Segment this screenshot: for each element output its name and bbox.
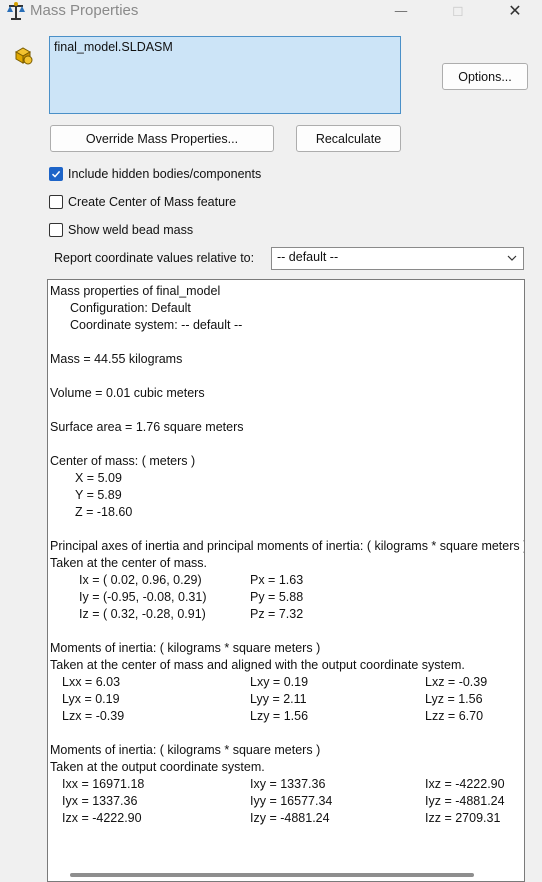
center-of-mass-title: Center of mass: ( meters ) — [50, 454, 196, 468]
selected-components-list[interactable]: final_model.SLDASM — [49, 36, 401, 114]
surface-area-line: Surface area = 1.76 square meters — [50, 420, 244, 434]
moi-com-cell: Lxz = -0.39 — [425, 675, 488, 689]
coordinate-system-line: Coordinate system: -- default -- — [70, 318, 243, 332]
moi-output-cell: Izz = 2709.31 — [425, 811, 501, 825]
minimize-button[interactable]: — — [378, 0, 424, 22]
moi-output-cell: Ixz = -4222.90 — [425, 777, 505, 791]
moi-output-subtitle: Taken at the output coordinate system. — [50, 760, 265, 774]
create-com-label: Create Center of Mass feature — [68, 195, 237, 209]
recalculate-button[interactable]: Recalculate — [296, 125, 401, 152]
checkmark-icon — [51, 170, 61, 178]
show-weld-checkbox[interactable] — [49, 223, 63, 237]
com-z: Z = -18.60 — [75, 505, 133, 519]
moi-com-cell: Lzz = 6.70 — [425, 709, 484, 723]
window-title: Mass Properties — [30, 2, 139, 19]
create-com-checkbox-row[interactable]: Create Center of Mass feature — [49, 195, 236, 209]
override-mass-properties-button[interactable]: Override Mass Properties... — [50, 125, 274, 152]
selected-item[interactable]: final_model.SLDASM — [54, 40, 173, 54]
maximize-icon: ☐ — [452, 4, 464, 19]
moi-output-cell: Izx = -4222.90 — [62, 811, 142, 825]
moi-output-cell: Iyy = 16577.34 — [250, 794, 333, 808]
com-x: X = 5.09 — [75, 471, 122, 485]
coordinate-system-value: -- default -- — [277, 250, 339, 264]
moi-com-title: Moments of inertia: ( kilograms * square… — [50, 641, 321, 655]
com-y: Y = 5.89 — [75, 488, 122, 502]
options-button[interactable]: Options... — [442, 63, 528, 90]
moi-com-cell: Lxx = 6.03 — [62, 675, 121, 689]
mass-properties-icon — [7, 2, 25, 20]
moi-output-cell: Ixx = 16971.18 — [62, 777, 145, 791]
close-icon: ✕ — [508, 3, 522, 20]
include-hidden-checkbox[interactable] — [49, 167, 63, 181]
include-hidden-label: Include hidden bodies/components — [68, 167, 262, 181]
minimize-icon: — — [394, 4, 408, 18]
results-panel[interactable]: Mass properties of final_model Configura… — [47, 279, 525, 882]
create-com-checkbox[interactable] — [49, 195, 63, 209]
principal-moment-pz: Pz = 7.32 — [250, 607, 304, 621]
principal-moment-py: Py = 5.88 — [250, 590, 304, 604]
moi-output-cell: Iyx = 1337.36 — [62, 794, 138, 808]
report-coordinate-label: Report coordinate values relative to: — [54, 251, 255, 265]
assembly-icon — [14, 47, 33, 65]
include-hidden-checkbox-row[interactable]: Include hidden bodies/components — [49, 167, 261, 181]
show-weld-label: Show weld bead mass — [68, 223, 194, 237]
chevron-down-icon — [507, 255, 517, 261]
maximize-button[interactable]: ☐ — [435, 0, 481, 22]
moi-com-cell: Lyx = 0.19 — [62, 692, 120, 706]
principal-moment-px: Px = 1.63 — [250, 573, 304, 587]
close-button[interactable]: ✕ — [492, 0, 538, 22]
title-bar: Mass Properties — ☐ ✕ — [0, 0, 542, 22]
show-weld-checkbox-row[interactable]: Show weld bead mass — [49, 223, 193, 237]
moi-output-cell: Iyz = -4881.24 — [425, 794, 505, 808]
coordinate-system-select[interactable]: -- default -- — [271, 247, 524, 270]
moi-output-cell: Izy = -4881.24 — [250, 811, 330, 825]
principal-axis-iz: Iz = ( 0.32, -0.28, 0.91) — [79, 607, 206, 621]
mass-line: Mass = 44.55 kilograms — [50, 352, 183, 366]
volume-line: Volume = 0.01 cubic meters — [50, 386, 205, 400]
moi-com-cell: Lzy = 1.56 — [250, 709, 309, 723]
moi-output-title: Moments of inertia: ( kilograms * square… — [50, 743, 321, 757]
principal-axes-subtitle: Taken at the center of mass. — [50, 556, 208, 570]
configuration-line: Configuration: Default — [70, 301, 191, 315]
moi-output-cell: Ixy = 1337.36 — [250, 777, 326, 791]
moi-com-subtitle: Taken at the center of mass and aligned … — [50, 658, 465, 672]
principal-axes-title: Principal axes of inertia and principal … — [50, 539, 525, 553]
horizontal-scrollbar[interactable] — [70, 873, 474, 877]
principal-axis-ix: Ix = ( 0.02, 0.96, 0.29) — [79, 573, 202, 587]
moi-com-cell: Lyz = 1.56 — [425, 692, 483, 706]
moi-com-cell: Lzx = -0.39 — [62, 709, 125, 723]
moi-com-cell: Lxy = 0.19 — [250, 675, 309, 689]
principal-axis-iy: Iy = (-0.95, -0.08, 0.31) — [79, 590, 207, 604]
results-header: Mass properties of final_model — [50, 284, 221, 298]
moi-com-cell: Lyy = 2.11 — [250, 692, 307, 706]
